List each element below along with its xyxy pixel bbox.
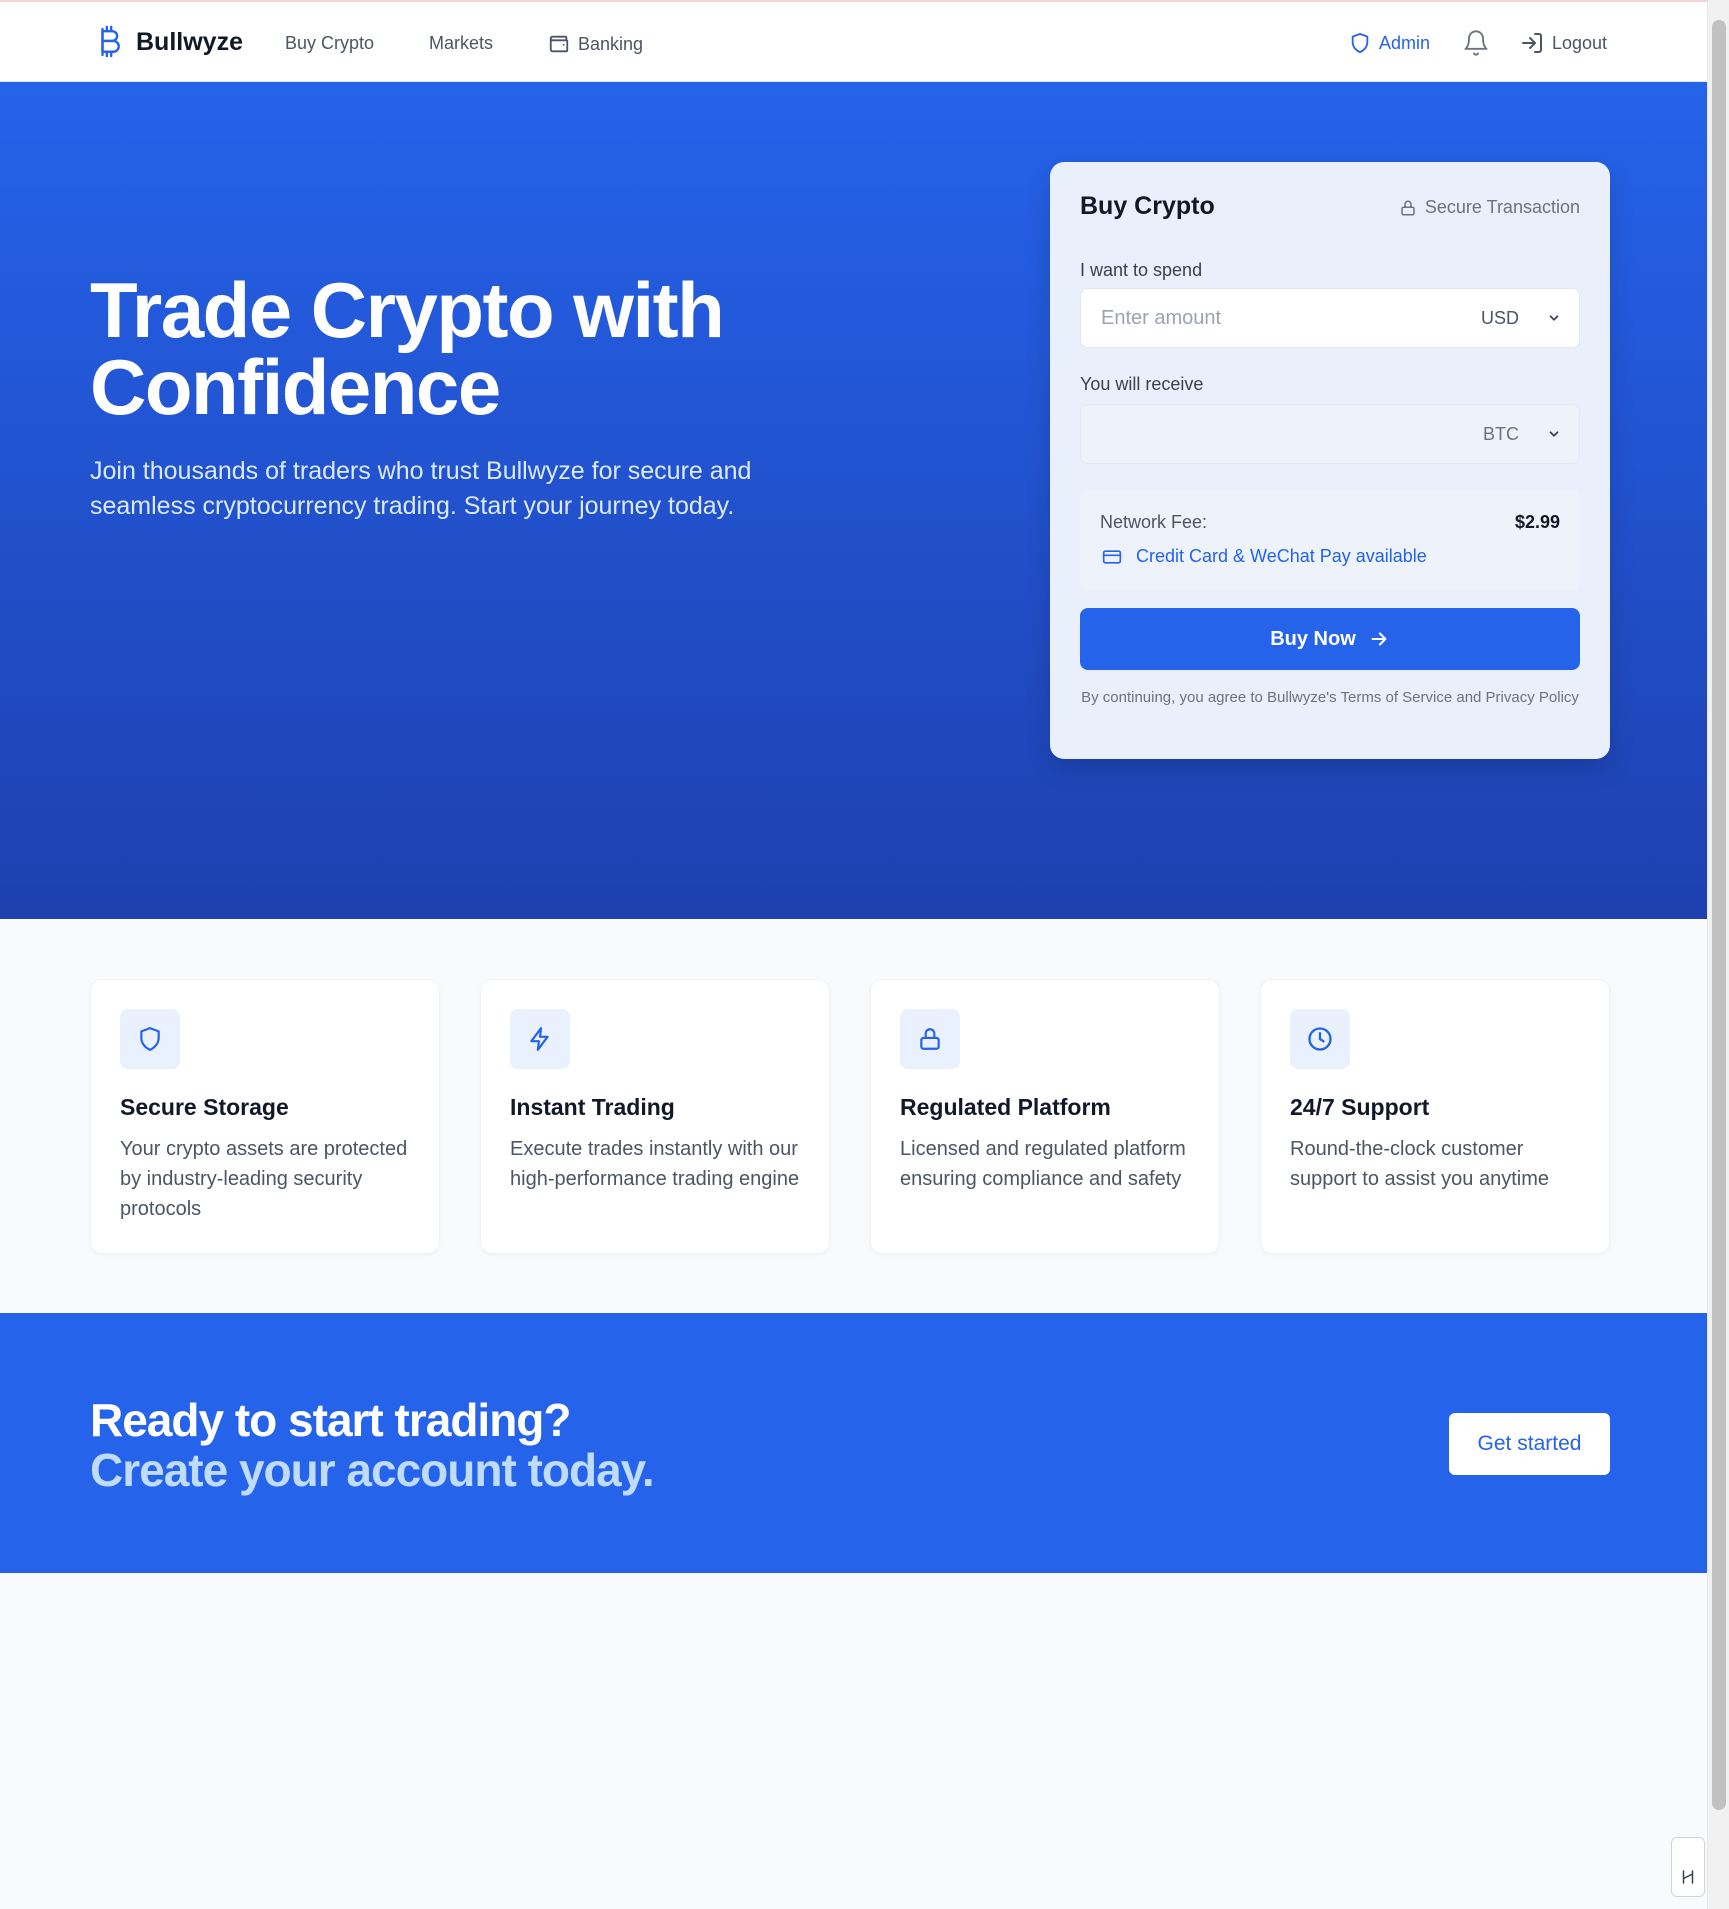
buy-crypto-card: Buy Crypto Secure Transaction I want to … [1050,162,1610,759]
shield-icon [1351,32,1369,54]
payment-methods-note: Credit Card & WeChat Pay available [1100,546,1427,567]
feature-card: Secure Storage Your crypto assets are pr… [90,979,440,1254]
feature-card: 24/7 Support Round-the-clock customer su… [1260,979,1610,1254]
lock-icon [920,1028,940,1050]
bell-icon[interactable] [1462,28,1490,58]
receive-currency-select[interactable]: BTC [1483,424,1561,445]
feature-description: Execute trades instantly with our high-p… [510,1138,800,1190]
nav-link-banking-label: Banking [578,33,644,54]
receive-label: You will receive [1080,374,1204,394]
chevron-down-icon [1549,315,1559,321]
page: Bullwyze Buy Crypto Markets Banking Admi… [0,0,1707,1909]
nav-link-markets[interactable]: Markets [429,33,493,54]
secure-transaction-badge: Secure Transaction [1399,197,1580,218]
scrollbar[interactable] [1707,0,1729,1909]
expand-icon [1682,1870,1694,1884]
feature-card: Instant Trading Execute trades instantly… [480,979,830,1254]
logout-link[interactable]: Logout [1520,31,1607,55]
feature-icon-box [510,1009,570,1069]
buy-now-button[interactable]: Buy Now [1080,608,1580,670]
secure-label: Secure Transaction [1424,197,1580,217]
spend-currency-value: USD [1480,307,1519,328]
spend-currency-select[interactable]: USD [1481,308,1561,329]
legal-notice: By continuing, you agree to Bullwyze's T… [1081,689,1579,706]
cta-section: Ready to start trading? Create your acco… [0,1313,1707,1573]
feature-title: Regulated Platform [900,1094,1111,1120]
hero-section: Trade Crypto with Confidence Join thousa… [0,82,1707,919]
feature-title: Instant Trading [510,1094,675,1120]
cta-heading: Ready to start trading? [90,1394,572,1446]
arrow-right-icon [1371,632,1387,646]
receive-amount-field[interactable]: BTC [1080,404,1580,464]
shield-icon [140,1027,160,1051]
brand-name: Bullwyze [136,27,243,56]
scrollbar-thumb[interactable] [1712,20,1726,1810]
wallet-icon [549,35,569,53]
admin-label: Admin [1379,32,1431,53]
spend-label: I want to spend [1080,260,1203,280]
feature-description: Licensed and regulated platform ensuring… [900,1138,1186,1190]
top-nav: Bullwyze Buy Crypto Markets Banking Admi… [0,0,1707,82]
chevron-down-icon [1549,431,1559,437]
lock-icon [1401,200,1415,215]
hero-subtitle: Join thousands of traders who trust Bull… [90,457,752,520]
logout-label: Logout [1552,32,1608,53]
admin-link[interactable]: Admin [1349,31,1430,55]
feature-description: Your crypto assets are protected by indu… [120,1138,408,1220]
bitcoin-icon [101,25,120,58]
buy-now-label: Buy Now [1270,627,1356,650]
clock-icon [1308,1027,1332,1051]
feature-title: 24/7 Support [1290,1094,1430,1120]
spend-amount-field[interactable]: Enter amount USD [1080,288,1580,348]
feature-icon-box [900,1009,960,1069]
logout-icon [1522,33,1542,53]
nav-link-buy-crypto[interactable]: Buy Crypto [285,33,374,54]
feature-description: Round-the-clock customer support to assi… [1290,1138,1550,1190]
card-title: Buy Crypto [1080,192,1215,220]
features-section: Secure Storage Your crypto assets are pr… [0,919,1707,1313]
feature-icon-box [1290,1009,1350,1069]
network-fee-value: $2.99 [1514,512,1560,532]
credit-card-icon [1102,549,1122,564]
cta-subheading: Create your account today. [90,1444,655,1496]
feature-title: Secure Storage [120,1094,289,1120]
floating-widget[interactable] [1671,1837,1705,1897]
brand[interactable]: Bullwyze [96,24,243,60]
feature-icon-box [120,1009,180,1069]
payment-methods-label: Credit Card & WeChat Pay available [1136,546,1427,566]
receive-currency-value: BTC [1483,423,1519,444]
network-fee-label: Network Fee: [1100,512,1208,532]
fee-info-box: Network Fee: $2.99 Credit Card & WeChat … [1080,490,1580,590]
get-started-button[interactable]: Get started [1449,1413,1610,1475]
feature-card: Regulated Platform Licensed and regulate… [870,979,1220,1254]
hero-title: Trade Crypto with Confidence [90,266,725,431]
lightning-icon [530,1027,549,1051]
spend-amount-input[interactable]: Enter amount [1101,307,1221,330]
nav-link-banking[interactable]: Banking [548,33,643,55]
